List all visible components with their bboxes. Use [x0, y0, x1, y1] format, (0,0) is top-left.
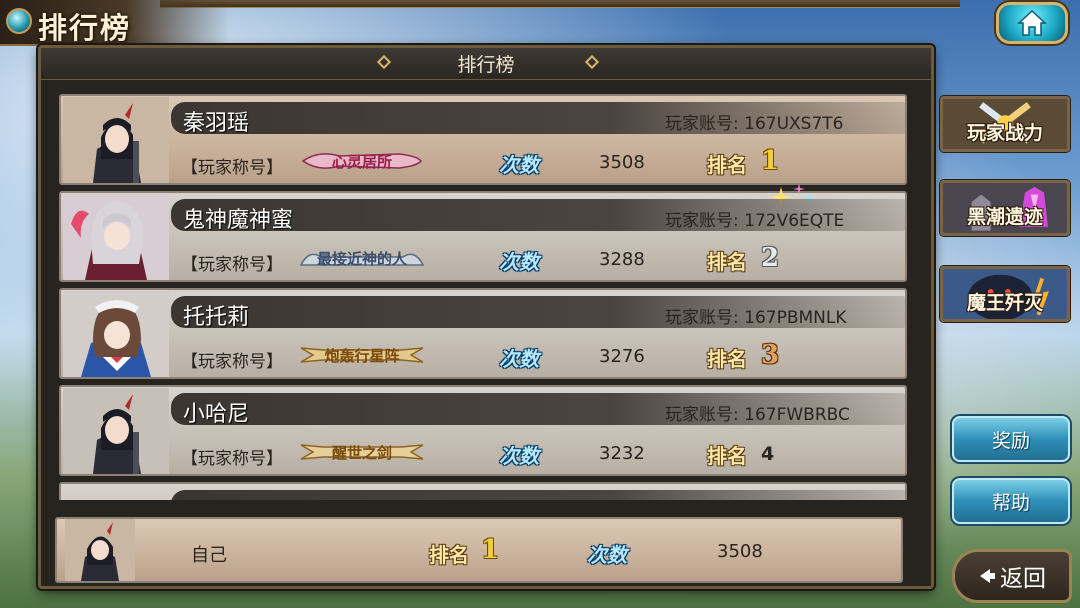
gem-icon [6, 8, 32, 34]
player-title-label: 【玩家称号】 [181, 352, 283, 372]
account-id: 167FWBRBC [744, 405, 850, 425]
home-icon [1017, 9, 1047, 36]
account-id: 172V6EQTE [744, 211, 845, 231]
player-name: 鬼神魔神蜜 [183, 208, 294, 233]
account-label: 玩家账号: [665, 211, 739, 231]
account-label: 玩家账号: [665, 114, 739, 134]
player-account: 玩家账号: 167UXS7T6 [665, 109, 843, 134]
times-value: 3276 [599, 346, 645, 367]
player-title-label: 【玩家称号】 [181, 255, 283, 275]
account-label: 玩家账号: [665, 405, 739, 425]
back-label: 返回 [1000, 566, 1046, 592]
rank-value: 3 [761, 340, 780, 370]
player-account: 玩家账号: 167FWBRBC [665, 400, 850, 425]
times-value: 3288 [599, 249, 645, 270]
self-avatar [65, 519, 135, 581]
account-id: 167PBMNLK [744, 308, 847, 328]
diamond-ornament-icon [584, 54, 600, 70]
title-badge: 最接近神的人 [299, 245, 425, 271]
ranking-row[interactable]: 鬼神魔神蜜 玩家账号: 172V6EQTE 【玩家称号】 最接近神的人 次数 3… [59, 183, 907, 282]
name-bar [171, 490, 905, 500]
player-name: 小哈尼 [183, 402, 250, 427]
player-name: 秦羽瑶 [183, 111, 250, 136]
mode-button-player-power[interactable]: 玩家战力 [940, 96, 1070, 152]
panel-title: 排行榜 [457, 54, 515, 76]
ranking-row[interactable]: 小哈尼 玩家账号: 167FWBRBC 【玩家称号】 醒世之剑 次数 3232 … [59, 385, 907, 476]
player-title-label: 【玩家称号】 [181, 158, 283, 178]
ranking-row[interactable]: 托托莉 玩家账号: 167PBMNLK 【玩家称号】 炮轰行星阵 次数 3276… [59, 288, 907, 379]
page-title: 排行榜 [38, 11, 132, 45]
rank-label: 排名 [707, 347, 747, 371]
top-frame-border [160, 0, 960, 8]
self-rank-label: 排名 [429, 543, 469, 567]
ranking-list[interactable]: 秦羽瑶 玩家账号: 167UXS7T6 【玩家称号】 心灵居所 次数 3508 … [59, 94, 907, 500]
title-badge: 炮轰行星阵 [299, 342, 425, 368]
rank-value: 1 [761, 146, 780, 176]
badge-text: 最接近神的人 [316, 249, 407, 268]
back-arrow-icon [980, 569, 995, 583]
reward-button[interactable]: 奖励 [952, 416, 1070, 462]
mode-button-black-tide-ruins[interactable]: 黑潮遗迹 [940, 180, 1070, 236]
badge-text: 心灵居所 [331, 152, 392, 171]
times-value: 3508 [599, 152, 645, 173]
rank-label: 排名 [707, 444, 747, 468]
mode-label: 玩家战力 [966, 122, 1043, 144]
self-times-value: 3508 [717, 541, 763, 562]
player-account: 玩家账号: 167PBMNLK [665, 303, 847, 328]
badge-text: 醒世之剑 [331, 443, 392, 462]
rank-value: 4 [761, 443, 775, 465]
ranking-row[interactable]: 秦羽瑶 玩家账号: 167UXS7T6 【玩家称号】 心灵居所 次数 3508 … [59, 94, 907, 185]
badge-text: 炮轰行星阵 [324, 346, 400, 365]
title-badge: 心灵居所 [299, 148, 425, 174]
diamond-ornament-icon [376, 54, 392, 70]
rank-value: 2 [761, 243, 780, 273]
player-avatar [63, 194, 169, 280]
player-title-label: 【玩家称号】 [181, 449, 283, 469]
player-name: 托托莉 [183, 305, 250, 330]
self-rank-value: 1 [481, 535, 500, 565]
mode-label: 黑潮遗迹 [966, 206, 1043, 228]
leaderboard-panel: 排行榜 秦羽瑶 玩家账号: 167UXS7T6 【玩家称号】 心灵居所 次数 3… [38, 45, 934, 589]
rank-label: 排名 [707, 250, 747, 274]
account-id: 167UXS7T6 [744, 114, 844, 134]
times-label: 次数 [499, 444, 539, 468]
help-button[interactable]: 帮助 [952, 478, 1070, 524]
back-button[interactable]: 返回 [952, 549, 1072, 603]
times-label: 次数 [499, 153, 539, 177]
self-ranking-row: 自己 排名 1 次数 3508 [55, 517, 903, 583]
player-avatar [63, 388, 169, 474]
player-avatar [63, 291, 169, 377]
player-account: 玩家账号: 172V6EQTE [665, 206, 844, 231]
title-badge: 醒世之剑 [299, 439, 425, 465]
mode-button-demon-king[interactable]: 魔王歼灭 [940, 266, 1070, 322]
title-bar: 排行榜 [0, 0, 230, 46]
times-value: 3232 [599, 443, 645, 464]
account-label: 玩家账号: [665, 308, 739, 328]
times-label: 次数 [499, 250, 539, 274]
home-button[interactable] [996, 2, 1068, 44]
rank-label: 排名 [707, 153, 747, 177]
ranking-row-partial[interactable] [59, 482, 907, 500]
panel-header: 排行榜 [41, 48, 931, 80]
times-label: 次数 [499, 347, 539, 371]
self-name: 自己 [191, 545, 227, 566]
mode-label: 魔王歼灭 [966, 292, 1043, 314]
player-avatar [63, 97, 169, 183]
self-times-label: 次数 [587, 543, 627, 567]
